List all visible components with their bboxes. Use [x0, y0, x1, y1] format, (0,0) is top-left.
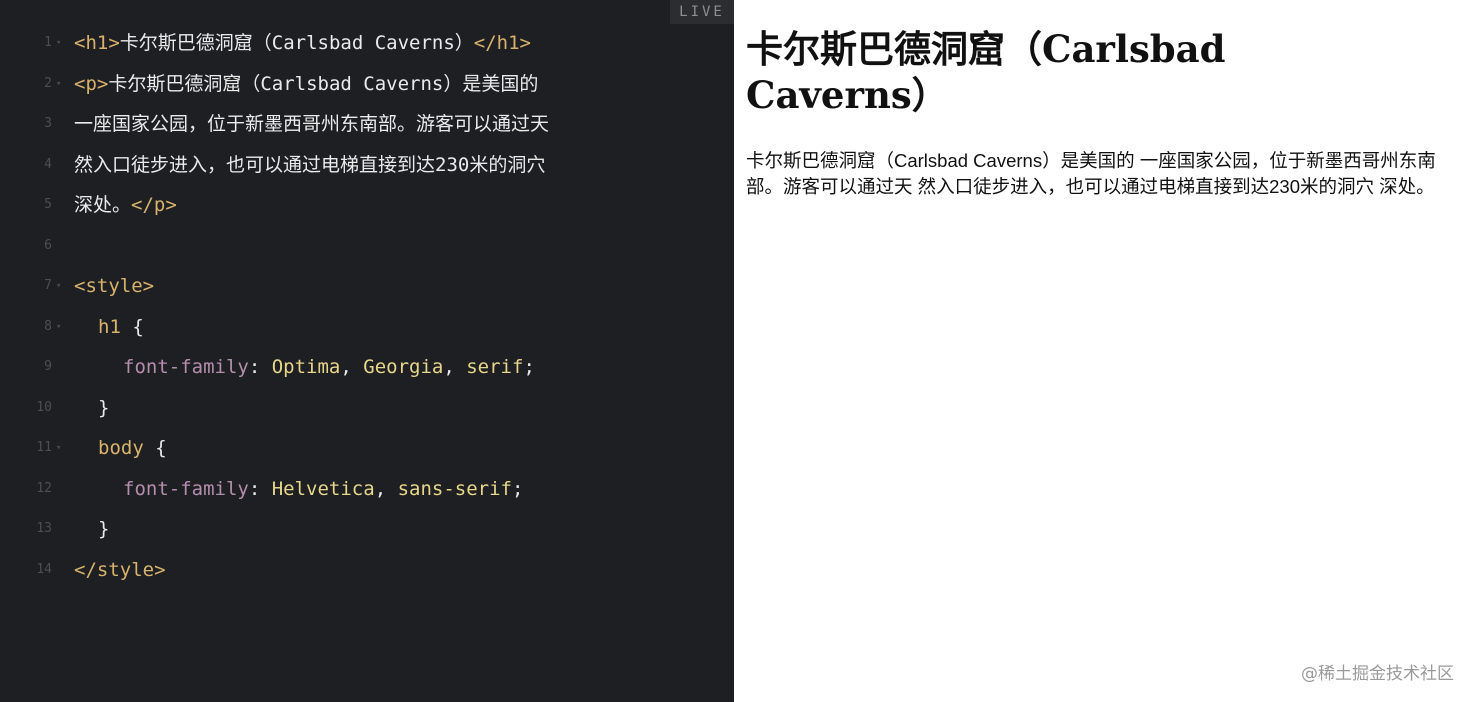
- code-token: </p>: [131, 194, 177, 216]
- code-token: {: [143, 437, 167, 459]
- code-token: {: [120, 315, 144, 338]
- live-editor-app: LIVE 1 ▾ <h1>卡尔斯巴德洞窟（Carlsbad Caverns）</h1…: [0, 0, 1474, 702]
- line-number: 2: [44, 75, 52, 91]
- code-line[interactable]: 7 ▾ <style>: [0, 266, 734, 307]
- code-token: <p>: [74, 72, 109, 95]
- line-number: 11: [36, 440, 52, 455]
- code-token: font-family: [123, 477, 249, 500]
- line-number: 5: [44, 197, 52, 212]
- code-text[interactable]: body {: [98, 428, 167, 469]
- code-token: ;: [523, 356, 535, 378]
- code-token: serif: [466, 356, 524, 378]
- fold-arrow-icon[interactable]: ▾: [56, 64, 61, 105]
- code-token: body: [98, 437, 144, 459]
- line-number: 3: [44, 116, 52, 131]
- code-token: Georgia: [363, 356, 444, 378]
- line-number: 13: [36, 521, 52, 536]
- code-line[interactable]: 10}: [0, 388, 734, 429]
- line-number: 7: [44, 278, 52, 293]
- preview-heading: 卡尔斯巴德洞窟（Carlsbad Caverns）: [746, 27, 1226, 117]
- code-line[interactable]: 12 font-family: Helvetica, sans-serif;: [0, 469, 734, 510]
- fold-arrow-icon[interactable]: ▾: [56, 307, 61, 348]
- code-line[interactable]: 4 然入口徒步进入，也可以通过电梯直接到达230米的洞穴: [0, 145, 734, 186]
- live-badge[interactable]: LIVE: [670, 0, 734, 24]
- code-text[interactable]: 深处。</p>: [74, 185, 177, 226]
- code-line[interactable]: 13}: [0, 509, 734, 550]
- fold-arrow-icon[interactable]: ▾: [56, 428, 61, 469]
- code-token: 卡尔斯巴德洞窟（Carlsbad Caverns）是美国的: [108, 72, 539, 95]
- code-line[interactable]: 14 </style>: [0, 550, 734, 591]
- code-token: :: [248, 477, 272, 500]
- code-token: </h1>: [473, 32, 531, 54]
- code-text[interactable]: }: [98, 388, 109, 429]
- code-token: 然入口徒步进入，也可以通过电梯直接到达230米的洞穴: [74, 153, 546, 176]
- line-number: 9: [44, 359, 52, 374]
- fold-arrow-icon[interactable]: ▾: [56, 23, 61, 64]
- code-text[interactable]: 一座国家公园，位于新墨西哥州东南部。游客可以通过天: [74, 104, 549, 145]
- code-token: <h1>: [74, 32, 120, 54]
- code-text[interactable]: h1 {: [98, 307, 144, 348]
- preview-pane: 卡尔斯巴德洞窟（Carlsbad Caverns） 卡尔斯巴德洞窟（Carlsb…: [734, 0, 1474, 702]
- code-token: 一座国家公园，位于新墨西哥州东南部。游客可以通过天: [74, 113, 550, 135]
- preview-paragraph: 卡尔斯巴德洞窟（Carlsbad Caverns）是美国的 一座国家公园，位于新…: [746, 150, 1436, 197]
- code-line[interactable]: 8 ▾ h1 {: [0, 307, 734, 348]
- code-token: }: [98, 518, 110, 540]
- code-text[interactable]: }: [98, 509, 109, 550]
- line-number: 12: [36, 480, 52, 496]
- code-token: ,: [374, 477, 398, 500]
- code-token: }: [98, 396, 110, 419]
- line-number: 4: [44, 156, 52, 172]
- code-token: ;: [511, 477, 524, 500]
- line-number: 8: [44, 318, 52, 334]
- code-text[interactable]: font-family: Helvetica, sans-serif;: [123, 469, 523, 510]
- code-token: <style>: [74, 275, 155, 297]
- code-editor[interactable]: LIVE 1 ▾ <h1>卡尔斯巴德洞窟（Carlsbad Caverns）</h1…: [0, 0, 734, 702]
- code-text[interactable]: <h1>卡尔斯巴德洞窟（Carlsbad Caverns）</h1>: [74, 23, 531, 64]
- code-line[interactable]: 2 ▾ <p>卡尔斯巴德洞窟（Carlsbad Caverns）是美国的: [0, 64, 734, 105]
- code-line[interactable]: 9 font-family: Optima, Georgia, serif;: [0, 347, 734, 388]
- code-token: Helvetica: [271, 477, 375, 500]
- code-token: ,: [340, 356, 364, 378]
- code-line[interactable]: 6: [0, 226, 734, 267]
- code-text[interactable]: <style>: [74, 266, 154, 307]
- code-token: h1: [98, 315, 121, 338]
- code-line[interactable]: 11 ▾ body {: [0, 428, 734, 469]
- line-number: 14: [36, 561, 52, 577]
- code-line[interactable]: 1 ▾ <h1>卡尔斯巴德洞窟（Carlsbad Caverns）</h1>: [0, 23, 734, 64]
- code-text[interactable]: <p>卡尔斯巴德洞窟（Carlsbad Caverns）是美国的: [74, 64, 538, 105]
- code-token: sans-serif: [397, 477, 512, 500]
- code-text[interactable]: </style>: [74, 550, 166, 591]
- code-token: font-family: [123, 356, 249, 378]
- code-token: ,: [443, 356, 467, 378]
- line-number: 6: [44, 237, 52, 253]
- code-text[interactable]: 然入口徒步进入，也可以通过电梯直接到达230米的洞穴: [74, 145, 545, 186]
- code-text[interactable]: font-family: Optima, Georgia, serif;: [123, 347, 535, 388]
- line-number: 10: [36, 399, 52, 415]
- code-token: </style>: [74, 558, 166, 581]
- code-token: Optima: [271, 356, 341, 378]
- code-token: :: [248, 356, 272, 378]
- code-token: 卡尔斯巴德洞窟（Carlsbad Caverns）: [119, 32, 474, 54]
- code-line[interactable]: 3 一座国家公园，位于新墨西哥州东南部。游客可以通过天: [0, 104, 734, 145]
- fold-arrow-icon[interactable]: ▾: [56, 266, 61, 307]
- code-line[interactable]: 5 深处。</p>: [0, 185, 734, 226]
- watermark: @稀土掘金技术社区: [1301, 664, 1454, 684]
- line-number: 1: [44, 35, 52, 50]
- code-lines[interactable]: 1 ▾ <h1>卡尔斯巴德洞窟（Carlsbad Caverns）</h1> 2 ▾ <p…: [0, 23, 734, 590]
- code-token: 深处。: [74, 194, 132, 216]
